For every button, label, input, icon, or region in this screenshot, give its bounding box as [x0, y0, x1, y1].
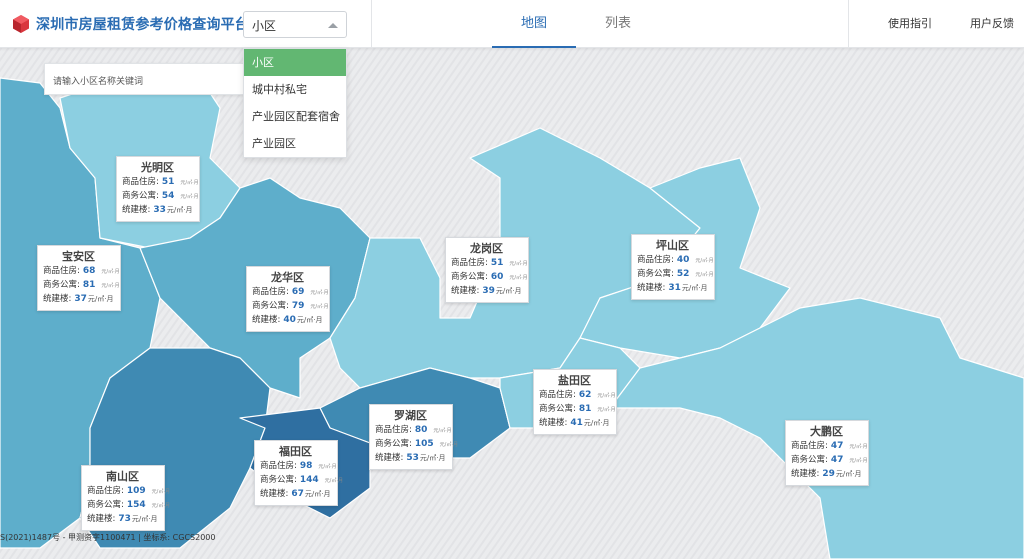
residential-price-row: 商品住房: 47 元/㎡·月 [791, 441, 868, 451]
category-select-value: 小区 [252, 19, 277, 33]
district-name: 宝安区 [62, 250, 95, 263]
map-attribution: S(2021)1487号 - 甲测资字1100471 | 坐标系: CGCS20… [0, 533, 216, 542]
district-name: 大鹏区 [810, 425, 843, 438]
commercial-price-row: 商务公寓: 54 元/㎡·月 [122, 191, 199, 201]
residential-price-row: 商品住房: 98 元/㎡·月 [260, 461, 337, 471]
district-name: 龙岗区 [470, 242, 503, 255]
top-bar: 深圳市房屋租赁参考价格查询平台 小区 地图 列表 使用指引 用户反馈 [0, 0, 1024, 48]
commercial-price-row: 商务公寓: 60 元/㎡·月 [451, 272, 528, 282]
search-placeholder: 请输入小区名称关键词 [53, 77, 144, 87]
district-name: 坪山区 [656, 239, 689, 252]
commercial-price-row: 商务公寓: 81 元/㎡·月 [539, 404, 616, 414]
brand[interactable]: 深圳市房屋租赁参考价格查询平台 [12, 12, 249, 36]
district-card-yantian[interactable]: 盐田区 商品住房: 62 元/㎡·月 商务公寓: 81 元/㎡·月 统建楼: 41元/㎡·… [533, 369, 617, 435]
category-dropdown: 小区 城中村私宅 产业园区配套宿舍 产业园区 [243, 48, 347, 158]
district-name: 福田区 [279, 445, 312, 458]
unified-price-row: 统建楼: 29元/㎡·月 [791, 469, 862, 479]
unified-price-row: 统建楼: 40元/㎡·月 [252, 315, 323, 325]
unified-price-row: 统建楼: 67元/㎡·月 [260, 489, 331, 499]
commercial-price-row: 商务公寓: 79 元/㎡·月 [252, 301, 329, 311]
user-guide-link[interactable]: 使用指引 [888, 0, 932, 48]
feedback-link[interactable]: 用户反馈 [970, 0, 1014, 48]
district-card-guangming[interactable]: 光明区 商品住房: 51 元/㎡·月 商务公寓: 54 元/㎡·月 统建楼: 33元/㎡·… [116, 156, 200, 222]
unified-price-row: 统建楼: 73元/㎡·月 [87, 514, 158, 524]
residential-price-row: 商品住房: 51 元/㎡·月 [122, 177, 199, 187]
commercial-price-row: 商务公寓: 105 元/㎡·月 [375, 439, 458, 449]
district-card-pingshan[interactable]: 坪山区 商品住房: 40 元/㎡·月 商务公寓: 52 元/㎡·月 统建楼: 31元/㎡·… [631, 234, 715, 300]
unified-price-row: 统建楼: 31元/㎡·月 [637, 283, 708, 293]
residential-price-row: 商品住房: 109 元/㎡·月 [87, 486, 170, 496]
unified-price-row: 统建楼: 53元/㎡·月 [375, 453, 446, 463]
residential-price-row: 商品住房: 80 元/㎡·月 [375, 425, 452, 435]
district-card-dapeng[interactable]: 大鹏区 商品住房: 47 元/㎡·月 商务公寓: 47 元/㎡·月 统建楼: 29元/㎡·… [785, 420, 869, 486]
dropdown-option-urban-village[interactable]: 城中村私宅 [244, 76, 346, 103]
residential-price-row: 商品住房: 69 元/㎡·月 [252, 287, 329, 297]
district-card-luohu[interactable]: 罗湖区 商品住房: 80 元/㎡·月 商务公寓: 105 元/㎡·月 统建楼: 53元/㎡… [369, 404, 458, 470]
district-name: 盐田区 [558, 374, 591, 387]
district-name: 龙华区 [271, 271, 304, 284]
tab-map[interactable]: 地图 [492, 0, 576, 48]
dropdown-option-community[interactable]: 小区 [244, 49, 346, 76]
district-name: 南山区 [106, 470, 139, 483]
logo-icon [13, 15, 29, 33]
district-card-baoan[interactable]: 宝安区 商品住房: 68 元/㎡·月 商务公寓: 81 元/㎡·月 统建楼: 37元/㎡·… [37, 245, 121, 311]
unified-price-row: 统建楼: 39元/㎡·月 [451, 286, 522, 296]
dropdown-option-industrial-dorm[interactable]: 产业园区配套宿舍 [244, 103, 346, 130]
residential-price-row: 商品住房: 68 元/㎡·月 [43, 266, 120, 276]
district-card-nanshan[interactable]: 南山区 商品住房: 109 元/㎡·月 商务公寓: 154 元/㎡·月 统建楼: 73元/… [81, 465, 170, 531]
commercial-price-row: 商务公寓: 47 元/㎡·月 [791, 455, 868, 465]
search-input[interactable]: 请输入小区名称关键词 [44, 63, 254, 95]
divider [371, 0, 372, 48]
unified-price-row: 统建楼: 33元/㎡·月 [122, 205, 193, 215]
unified-price-row: 统建楼: 41元/㎡·月 [539, 418, 610, 428]
district-card-futian[interactable]: 福田区 商品住房: 98 元/㎡·月 商务公寓: 144 元/㎡·月 统建楼: 67元/㎡… [254, 440, 343, 506]
residential-price-row: 商品住房: 62 元/㎡·月 [539, 390, 616, 400]
category-select[interactable]: 小区 [243, 11, 347, 38]
divider [848, 0, 849, 48]
district-card-longgang[interactable]: 龙岗区 商品住房: 51 元/㎡·月 商务公寓: 60 元/㎡·月 统建楼: 39元/㎡·… [445, 237, 529, 303]
district-card-longhua[interactable]: 龙华区 商品住房: 69 元/㎡·月 商务公寓: 79 元/㎡·月 统建楼: 40元/㎡·… [246, 266, 330, 332]
commercial-price-row: 商务公寓: 154 元/㎡·月 [87, 500, 170, 510]
app-title: 深圳市房屋租赁参考价格查询平台 [36, 17, 249, 33]
caret-up-icon [328, 23, 338, 28]
residential-price-row: 商品住房: 51 元/㎡·月 [451, 258, 528, 268]
commercial-price-row: 商务公寓: 144 元/㎡·月 [260, 475, 343, 485]
unified-price-row: 统建楼: 37元/㎡·月 [43, 294, 114, 304]
residential-price-row: 商品住房: 40 元/㎡·月 [637, 255, 714, 265]
district-name: 罗湖区 [394, 409, 427, 422]
commercial-price-row: 商务公寓: 81 元/㎡·月 [43, 280, 120, 290]
dropdown-option-industrial-park[interactable]: 产业园区 [244, 130, 346, 157]
tab-list[interactable]: 列表 [576, 0, 660, 48]
commercial-price-row: 商务公寓: 52 元/㎡·月 [637, 269, 714, 279]
district-name: 光明区 [141, 161, 174, 174]
